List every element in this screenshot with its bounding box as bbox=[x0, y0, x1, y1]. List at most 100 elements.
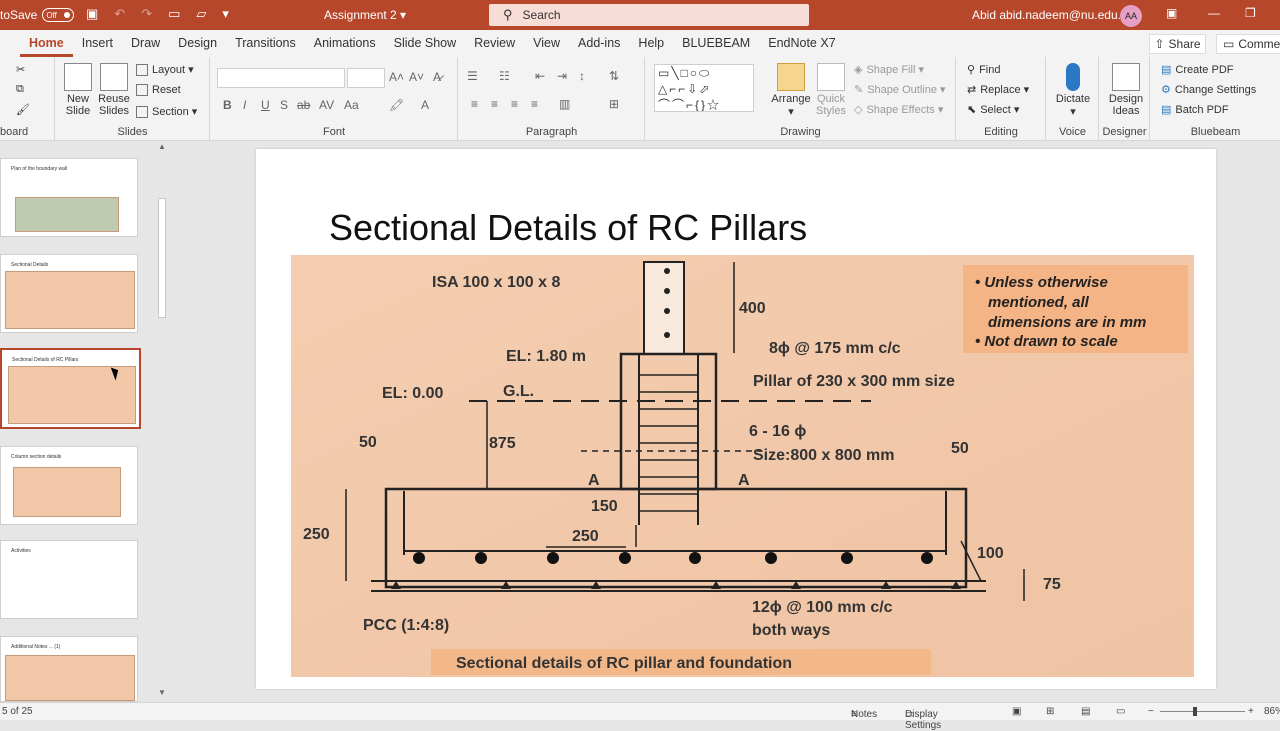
slide-thumbnail[interactable]: Column section details bbox=[0, 446, 138, 525]
create-pdf-button[interactable]: ▤ Create PDF bbox=[1161, 63, 1233, 77]
autosave-toggle[interactable]: Off bbox=[42, 8, 75, 22]
scroll-up-icon[interactable]: ▲ bbox=[158, 142, 166, 151]
reset-button[interactable]: Reset bbox=[136, 84, 181, 96]
strikethrough-icon[interactable]: ab bbox=[297, 98, 310, 112]
tab-view[interactable]: View bbox=[524, 30, 569, 57]
font-name-box[interactable] bbox=[217, 68, 345, 88]
autosave[interactable]: toSave Off bbox=[0, 8, 75, 22]
format-painter-icon[interactable]: 🖌 bbox=[16, 103, 30, 116]
spacing-icon[interactable]: AV bbox=[319, 98, 334, 112]
tab-bluebeam[interactable]: BLUEBEAM bbox=[673, 30, 759, 57]
shape-effects-button[interactable]: ◇ Shape Effects ▾ bbox=[854, 103, 943, 117]
comments-button[interactable]: ▭ Commer bbox=[1216, 34, 1280, 54]
zoom-out-icon[interactable]: − bbox=[1148, 706, 1154, 717]
align-left-icon[interactable]: ≡ bbox=[471, 97, 478, 111]
smartart-icon[interactable]: ⊞ bbox=[609, 97, 619, 111]
restore-icon[interactable]: ❐ bbox=[1245, 6, 1256, 20]
select-button[interactable]: ⬉ Select ▾ bbox=[967, 103, 1019, 117]
normal-view-icon[interactable]: ▣ bbox=[1012, 706, 1021, 717]
slide-thumbnail[interactable]: Activities bbox=[0, 540, 138, 619]
save-icon[interactable]: ▣ bbox=[86, 6, 98, 22]
section-button[interactable]: Section ▾ bbox=[136, 105, 197, 118]
increase-font-icon[interactable]: A˄ bbox=[389, 70, 404, 84]
change-settings-button[interactable]: ⚙ Change Settings bbox=[1161, 83, 1256, 97]
customize-icon[interactable]: ▾ bbox=[222, 6, 229, 22]
highlight-icon[interactable]: 🖍 bbox=[389, 98, 404, 112]
tab-design[interactable]: Design bbox=[169, 30, 226, 57]
document-title[interactable]: Assignment 2 ▾ bbox=[324, 8, 406, 22]
bold-icon[interactable]: B bbox=[223, 98, 232, 112]
present-icon[interactable]: ▭ bbox=[168, 6, 180, 22]
sectional-drawing-image[interactable]: • Unless otherwise mentioned, all dimens… bbox=[291, 255, 1194, 677]
font-size-box[interactable] bbox=[347, 68, 385, 88]
change-case-icon[interactable]: Aa bbox=[344, 98, 359, 112]
bullets-icon[interactable]: ☰ bbox=[467, 69, 478, 83]
increase-indent-icon[interactable]: ⇥ bbox=[557, 69, 567, 83]
slide-thumbnail-selected[interactable]: Sectional Details of RC Pillars bbox=[0, 348, 141, 429]
shadow-icon[interactable]: S bbox=[280, 98, 288, 112]
zoom-slider[interactable] bbox=[1160, 711, 1245, 712]
copy-icon[interactable]: ⧉ bbox=[16, 83, 24, 96]
open-icon[interactable]: ▱ bbox=[196, 6, 206, 22]
minimize-icon[interactable]: — bbox=[1208, 6, 1220, 20]
new-slide-button[interactable]: New Slide bbox=[62, 63, 94, 117]
slide-thumbnail[interactable]: Additional Notes ... (1) bbox=[0, 636, 138, 702]
tab-help[interactable]: Help bbox=[629, 30, 673, 57]
align-right-icon[interactable]: ≡ bbox=[511, 97, 518, 111]
tab-animations[interactable]: Animations bbox=[305, 30, 385, 57]
scroll-down-icon[interactable]: ▼ bbox=[158, 688, 166, 697]
find-button[interactable]: ⚲ Find bbox=[967, 63, 1000, 77]
shapes-gallery[interactable]: ▭╲□○⬭ △⌐⌐⇩⬀ ⌒⌒⌐{}☆ bbox=[654, 64, 754, 112]
zoom-slider-thumb[interactable] bbox=[1193, 707, 1197, 716]
reuse-slides-button[interactable]: Reuse Slides bbox=[98, 63, 130, 117]
tab-home[interactable]: Home bbox=[20, 30, 73, 57]
tab-endnote[interactable]: EndNote X7 bbox=[759, 30, 844, 57]
quick-styles-button[interactable]: Quick Styles bbox=[813, 63, 849, 117]
zoom-in-icon[interactable]: + bbox=[1248, 706, 1254, 717]
numbering-icon[interactable]: ☷ bbox=[499, 69, 510, 83]
columns-icon[interactable]: ▥ bbox=[559, 97, 570, 111]
tab-review[interactable]: Review bbox=[465, 30, 524, 57]
font-color-icon[interactable]: A bbox=[421, 98, 429, 112]
batch-pdf-button[interactable]: ▤ Batch PDF bbox=[1161, 103, 1229, 117]
tab-draw[interactable]: Draw bbox=[122, 30, 169, 57]
slide-title[interactable]: Sectional Details of RC Pillars bbox=[329, 207, 807, 249]
slide-thumbnail[interactable]: Plan of the boundary wall bbox=[0, 158, 138, 237]
slide-canvas[interactable]: Sectional Details of RC Pillars • Unless… bbox=[256, 149, 1216, 689]
decrease-font-icon[interactable]: A˅ bbox=[409, 70, 424, 84]
thumbnail-scrollbar[interactable]: ▲ ▼ bbox=[157, 142, 167, 701]
slide-thumbnail[interactable]: Sectional Details bbox=[0, 254, 138, 333]
slide-sorter-icon[interactable]: ⊞ bbox=[1046, 706, 1054, 717]
italic-icon[interactable]: I bbox=[243, 98, 246, 112]
redo-icon[interactable]: ↷ bbox=[141, 6, 152, 22]
zoom-level[interactable]: 86% bbox=[1264, 706, 1280, 717]
clear-format-icon[interactable]: A̷ bbox=[433, 70, 441, 84]
user-name[interactable]: Abid abid.nadeem@nu.edu.kz bbox=[972, 8, 1133, 22]
design-ideas-button[interactable]: Design Ideas bbox=[1106, 63, 1146, 117]
dictate-button[interactable]: Dictate ▾ bbox=[1055, 63, 1091, 118]
tab-transitions[interactable]: Transitions bbox=[226, 30, 305, 57]
tab-add-ins[interactable]: Add-ins bbox=[569, 30, 629, 57]
reading-view-icon[interactable]: ▤ bbox=[1081, 706, 1090, 717]
arrange-button[interactable]: Arrange ▾ bbox=[771, 63, 811, 118]
tab-insert[interactable]: Insert bbox=[73, 30, 122, 57]
underline-icon[interactable]: U bbox=[261, 98, 270, 112]
replace-button[interactable]: ⇄ Replace ▾ bbox=[967, 83, 1029, 97]
share-button[interactable]: ⇧ Share bbox=[1149, 34, 1206, 54]
scroll-thumb[interactable] bbox=[158, 198, 166, 318]
tab-slide-show[interactable]: Slide Show bbox=[385, 30, 466, 57]
slideshow-icon[interactable]: ▭ bbox=[1116, 706, 1125, 717]
layout-button[interactable]: Layout ▾ bbox=[136, 63, 194, 76]
cut-icon[interactable]: ✂ bbox=[16, 63, 25, 76]
search-box[interactable]: ⚲ Search bbox=[489, 4, 809, 26]
shape-outline-button[interactable]: ✎ Shape Outline ▾ bbox=[854, 83, 946, 97]
ribbon-display-icon[interactable]: ▣ bbox=[1166, 6, 1177, 20]
decrease-indent-icon[interactable]: ⇤ bbox=[535, 69, 545, 83]
text-direction-icon[interactable]: ⇅ bbox=[609, 69, 619, 83]
shape-fill-button[interactable]: ◈ Shape Fill ▾ bbox=[854, 63, 924, 77]
undo-icon[interactable]: ↶ bbox=[114, 6, 125, 22]
align-center-icon[interactable]: ≡ bbox=[491, 97, 498, 111]
justify-icon[interactable]: ≡ bbox=[531, 97, 538, 111]
avatar[interactable]: AA bbox=[1120, 5, 1142, 27]
line-spacing-icon[interactable]: ↕ bbox=[579, 69, 585, 83]
